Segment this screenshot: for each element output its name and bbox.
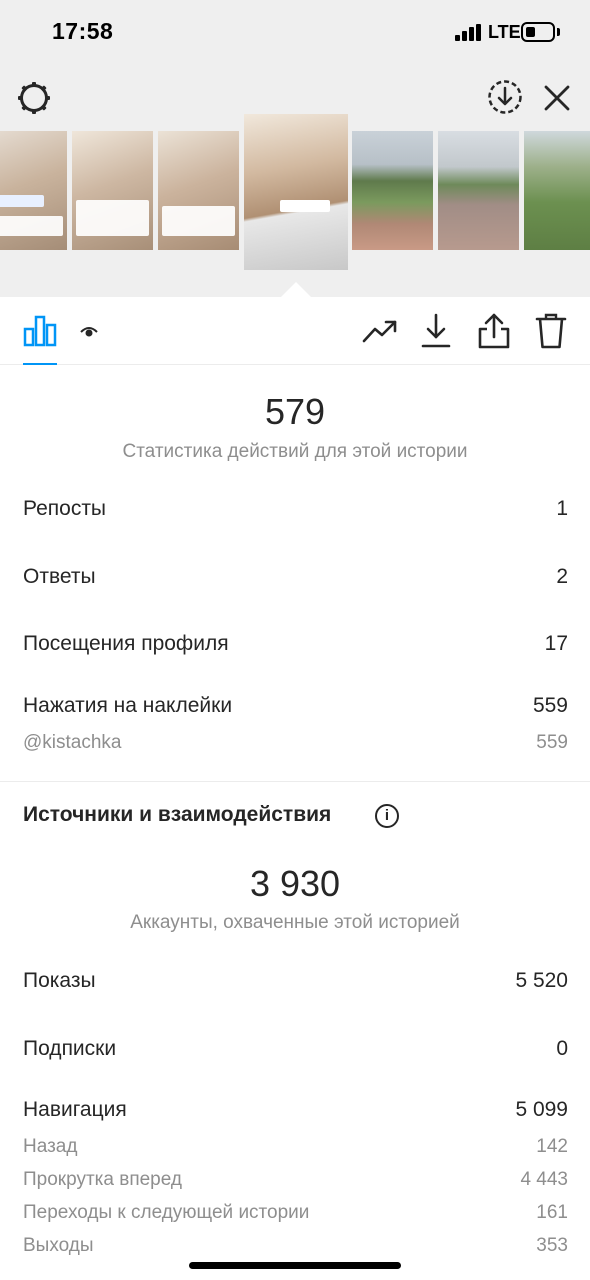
nav-next-story-value: 161	[536, 1202, 568, 1223]
nav-back-value: 142	[536, 1136, 568, 1157]
nav-back-label: Назад	[23, 1136, 78, 1157]
reposts-label: Репосты	[23, 497, 107, 520]
selected-pointer	[281, 282, 311, 297]
nav-exits-label: Выходы	[23, 1235, 94, 1256]
download-icon[interactable]	[421, 313, 451, 349]
gear-icon[interactable]	[16, 80, 52, 116]
profile-visits-label: Посещения профиля	[23, 632, 229, 655]
replies-value: 2	[556, 565, 568, 588]
nav-exits-value: 353	[536, 1235, 568, 1256]
download-circle-icon[interactable]	[487, 79, 523, 115]
insights-chart-icon[interactable]	[23, 313, 57, 347]
home-indicator[interactable]	[189, 1262, 401, 1269]
navigation-value: 5 099	[515, 1098, 568, 1121]
impressions-label: Показы	[23, 969, 96, 992]
story-thumb[interactable]	[0, 131, 67, 250]
story-thumb[interactable]	[352, 131, 433, 250]
active-tab-indicator	[23, 363, 57, 365]
share-icon[interactable]	[477, 312, 511, 350]
section-divider	[0, 781, 590, 782]
info-icon[interactable]: i	[375, 804, 399, 828]
sticker-taps-label: Нажатия на наклейки	[23, 694, 233, 717]
sticker-handle-value: 559	[536, 732, 568, 753]
reach-caption: Аккаунты, охваченные этой историей	[130, 912, 460, 933]
reach-total: 3 930	[249, 863, 341, 904]
battery-cap	[557, 28, 560, 36]
status-time: 17:58	[52, 18, 114, 44]
close-icon[interactable]	[543, 84, 571, 112]
sticker-taps-value: 559	[532, 694, 568, 717]
navigation-label: Навигация	[23, 1098, 127, 1121]
impressions-value: 5 520	[515, 969, 568, 992]
eye-icon[interactable]	[79, 323, 99, 339]
trash-icon[interactable]	[535, 312, 567, 350]
battery-icon	[521, 22, 555, 42]
story-thumb[interactable]	[72, 131, 153, 250]
reposts-value: 1	[556, 497, 568, 520]
follows-label: Подписки	[23, 1037, 117, 1060]
follows-value: 0	[556, 1037, 568, 1060]
trend-icon[interactable]	[362, 317, 398, 345]
status-bar: 17:58 LTE	[0, 0, 590, 66]
discovery-title: Источники и взаимодействия	[23, 803, 332, 826]
story-thumb[interactable]	[158, 131, 239, 250]
story-thumb[interactable]	[438, 131, 519, 250]
profile-visits-value: 17	[544, 632, 568, 655]
signal-icon	[455, 24, 483, 41]
nav-next-story-label: Переходы к следующей истории	[23, 1202, 310, 1223]
sticker-handle-label: @kistachka	[23, 732, 122, 753]
interactions-total: 579	[264, 391, 326, 432]
insights-tabbar	[0, 297, 590, 365]
interactions-caption: Статистика действий для этой истории	[122, 441, 468, 462]
nav-forward-value: 4 443	[520, 1169, 568, 1190]
story-thumb-selected[interactable]	[244, 114, 348, 270]
story-thumb[interactable]	[524, 131, 590, 250]
network-label: LTE	[488, 22, 521, 42]
story-thumbnail-strip[interactable]	[0, 114, 590, 270]
nav-forward-label: Прокрутка вперед	[23, 1169, 182, 1190]
replies-label: Ответы	[23, 565, 96, 588]
